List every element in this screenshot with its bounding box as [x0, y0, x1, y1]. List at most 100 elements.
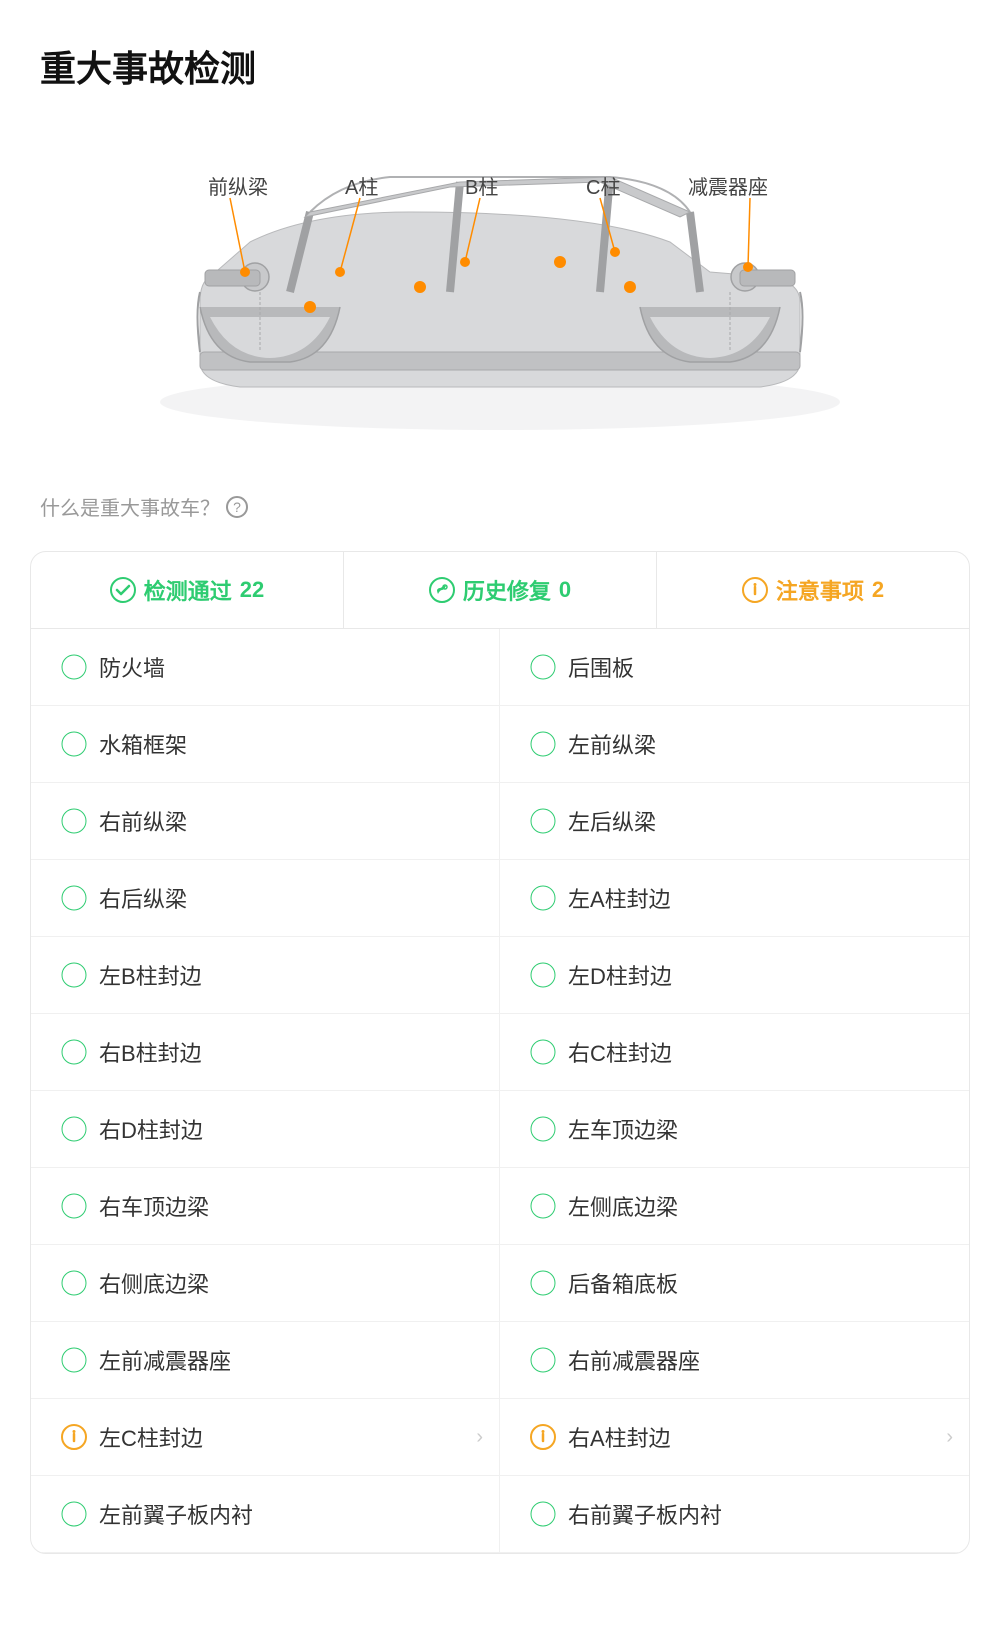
check-item: 防火墙: [31, 629, 500, 706]
check-item: 左前纵梁: [500, 706, 969, 783]
check-item: 左D柱封边: [500, 937, 969, 1014]
check-item: 右车顶边梁: [31, 1168, 500, 1245]
svg-text:减震器座: 减震器座: [688, 176, 768, 199]
check-item-label: 右B柱封边: [99, 1036, 202, 1068]
check-item-label: 左C柱封边: [99, 1421, 203, 1453]
chevron-right-icon: ›: [946, 1426, 953, 1449]
check-item[interactable]: 左C柱封边 ›: [31, 1399, 500, 1476]
page-container: 重大事故检测: [0, 0, 1000, 1628]
check-item: 右前纵梁: [31, 783, 500, 860]
check-item-label: 右车顶边梁: [99, 1190, 209, 1222]
check-item: 后备箱底板: [500, 1245, 969, 1322]
notice-icon: [742, 577, 768, 603]
page-title: 重大事故检测: [0, 0, 1000, 112]
pass-check-icon: [61, 1270, 87, 1296]
check-item-label: 左B柱封边: [99, 959, 202, 991]
car-chassis-svg: 前纵梁 A柱 B柱 C柱 减震器座: [70, 142, 930, 442]
check-item-label: 右后纵梁: [99, 882, 187, 914]
check-item: 右侧底边梁: [31, 1245, 500, 1322]
pass-check-icon: [530, 731, 556, 757]
check-item-label: 防火墙: [99, 651, 165, 683]
check-item-label: 右C柱封边: [568, 1036, 672, 1068]
pass-check-icon: [530, 885, 556, 911]
repair-icon: [429, 577, 455, 603]
svg-text:前纵梁: 前纵梁: [208, 176, 268, 199]
pass-check-icon: [530, 1193, 556, 1219]
info-label: 什么是重大事故车？: [40, 492, 220, 521]
pass-check-icon: [61, 1039, 87, 1065]
check-item: 后围板: [500, 629, 969, 706]
check-item-label: 左前翼子板内衬: [99, 1498, 253, 1530]
check-items-grid: 防火墙 后围板 水箱框架 左前纵梁: [31, 629, 969, 1553]
stat-repair: 历史修复 0: [344, 552, 657, 628]
notice-check-icon: [61, 1424, 87, 1450]
check-item-label: 右D柱封边: [99, 1113, 203, 1145]
pass-check-icon: [530, 1501, 556, 1527]
check-item: 右前翼子板内衬: [500, 1476, 969, 1553]
check-item-label: 右前翼子板内衬: [568, 1498, 722, 1530]
pass-check-icon: [61, 962, 87, 988]
notice-label: 注意事项: [776, 574, 864, 606]
stat-pass: 检测通过 22: [31, 552, 344, 628]
car-diagram: 前纵梁 A柱 B柱 C柱 减震器座: [0, 112, 1000, 482]
check-item: 左后纵梁: [500, 783, 969, 860]
svg-text:C柱: C柱: [586, 176, 620, 199]
question-icon: ?: [226, 496, 248, 518]
chevron-right-icon: ›: [476, 1426, 483, 1449]
pass-check-icon: [530, 654, 556, 680]
pass-check-icon: [61, 808, 87, 834]
pass-count: 22: [240, 577, 264, 603]
check-item: 左侧底边梁: [500, 1168, 969, 1245]
pass-check-icon: [530, 1116, 556, 1142]
pass-check-icon: [530, 1039, 556, 1065]
check-item-label: 水箱框架: [99, 728, 187, 760]
repair-count: 0: [559, 577, 571, 603]
pass-check-icon: [61, 885, 87, 911]
pass-check-icon: [61, 1193, 87, 1219]
check-item: 右前减震器座: [500, 1322, 969, 1399]
check-item: 左前减震器座: [31, 1322, 500, 1399]
pass-check-icon: [61, 1501, 87, 1527]
check-item-label: 左侧底边梁: [568, 1190, 678, 1222]
check-item: 右C柱封边: [500, 1014, 969, 1091]
check-item-label: 左D柱封边: [568, 959, 672, 991]
pass-check-icon: [61, 654, 87, 680]
notice-check-icon: [530, 1424, 556, 1450]
svg-text:B柱: B柱: [465, 176, 498, 199]
check-item: 左B柱封边: [31, 937, 500, 1014]
svg-text:A柱: A柱: [345, 176, 378, 199]
inspection-card: 检测通过 22 历史修复 0: [30, 551, 970, 1554]
check-item-label: 后备箱底板: [568, 1267, 678, 1299]
check-item-label: 左前纵梁: [568, 728, 656, 760]
repair-label: 历史修复: [463, 574, 551, 606]
check-item: 右后纵梁: [31, 860, 500, 937]
pass-check-icon: [61, 1116, 87, 1142]
pass-check-icon: [530, 808, 556, 834]
check-item-label: 右A柱封边: [568, 1421, 671, 1453]
check-item-label: 左后纵梁: [568, 805, 656, 837]
check-item: 左A柱封边: [500, 860, 969, 937]
pass-check-icon: [61, 731, 87, 757]
check-item: 右B柱封边: [31, 1014, 500, 1091]
pass-icon: [110, 577, 136, 603]
chassis-diagram: 前纵梁 A柱 B柱 C柱 减震器座: [40, 132, 960, 452]
pass-check-icon: [61, 1347, 87, 1373]
stat-notice: 注意事项 2: [657, 552, 969, 628]
pass-check-icon: [530, 1347, 556, 1373]
check-item-label: 右前减震器座: [568, 1344, 700, 1376]
check-item: 水箱框架: [31, 706, 500, 783]
pass-check-icon: [530, 1270, 556, 1296]
check-item-label: 右前纵梁: [99, 805, 187, 837]
check-item[interactable]: 右A柱封边 ›: [500, 1399, 969, 1476]
notice-count: 2: [872, 577, 884, 603]
check-item-label: 右侧底边梁: [99, 1267, 209, 1299]
stats-header: 检测通过 22 历史修复 0: [31, 552, 969, 629]
info-section[interactable]: 什么是重大事故车？ ?: [0, 482, 1000, 541]
check-item-label: 后围板: [568, 651, 634, 683]
pass-check-icon: [530, 962, 556, 988]
check-item-label: 左车顶边梁: [568, 1113, 678, 1145]
check-item: 左车顶边梁: [500, 1091, 969, 1168]
pass-label: 检测通过: [144, 574, 232, 606]
check-item: 左前翼子板内衬: [31, 1476, 500, 1553]
check-item-label: 左前减震器座: [99, 1344, 231, 1376]
